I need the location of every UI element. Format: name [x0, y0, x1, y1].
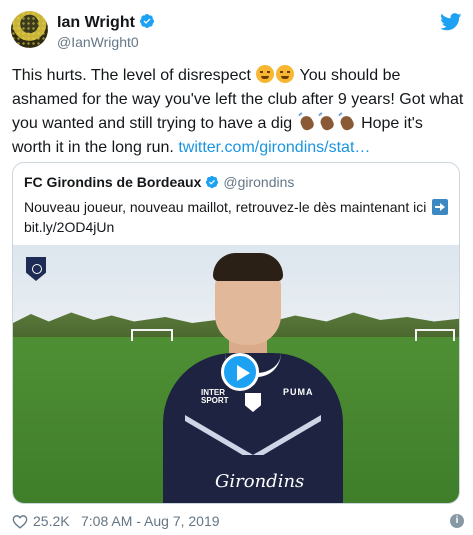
shirt-chevron: [185, 415, 321, 455]
tweet-text-segment: You should be: [295, 67, 401, 84]
heart-icon[interactable]: [12, 514, 28, 529]
shirt-sponsor-line: SPORT: [201, 396, 229, 405]
quoted-author[interactable]: FC Girondins de Bordeaux @girondins: [24, 174, 294, 190]
shirt-script: Gir⁠ondins: [215, 471, 305, 492]
quoted-tweet-card[interactable]: FC Girondins de Bordeaux @girondins Nouve…: [12, 162, 460, 504]
quoted-text-segment: bit.ly/2OD4jUn: [24, 219, 115, 235]
shirt-crest-icon: [245, 393, 261, 412]
clapping-hands-icon: [317, 112, 336, 132]
quoted-handle[interactable]: @girondins: [223, 174, 294, 190]
face-with-steam-icon: [256, 65, 275, 83]
quoted-tweet-text: Nouveau joueur, nouveau maillot, retrouv…: [24, 197, 454, 237]
info-icon[interactable]: i: [450, 514, 464, 528]
verified-badge-icon: [206, 175, 219, 189]
tweet-text-segment: Hope it's: [356, 115, 423, 132]
clapping-hands-icon: [337, 112, 356, 132]
tweet-text-segment: you wanted and still trying to have a di…: [12, 115, 297, 132]
play-icon[interactable]: [221, 353, 259, 391]
quoted-text-segment: Nouveau joueur, nouveau maillot, retrouv…: [24, 199, 427, 215]
author-name[interactable]: Ian Wright: [57, 13, 155, 32]
like-count[interactable]: 25.2K: [33, 513, 70, 529]
tweet-text: This hurts. The level of disrespect You …: [12, 64, 464, 160]
tweet-timestamp[interactable]: 7:08 AM - Aug 7, 2019: [81, 513, 220, 529]
right-arrow-icon: [432, 199, 449, 215]
verified-badge-icon: [139, 14, 154, 28]
tweet-link[interactable]: twitter.com/girondins/stat…: [178, 139, 370, 156]
video-thumbnail[interactable]: INTER SPORT PUMA Gir⁠ondins: [13, 245, 459, 503]
author-avatar[interactable]: [11, 11, 48, 48]
tweet-footer: 25.2K 7:08 AM - Aug 7, 2019 i: [12, 512, 464, 532]
quoted-display-name[interactable]: FC Girondins de Bordeaux: [24, 174, 201, 190]
author-handle[interactable]: @IanWright0: [57, 34, 139, 50]
shirt-brand: PUMA: [283, 387, 314, 397]
tweet-text-segment: ashamed for the way you've left the club…: [12, 91, 464, 108]
author-display-name[interactable]: Ian Wright: [57, 14, 135, 31]
tweet-text-segment: This hurts. The level of disrespect: [12, 67, 256, 84]
tweet-card: Ian Wright @IanWright0 This hurts. The l…: [0, 0, 473, 535]
tweet-text-segment: worth it in the long run.: [12, 139, 179, 156]
clapping-hands-icon: [297, 112, 316, 132]
player-hair: [213, 253, 283, 281]
twitter-bird-icon[interactable]: [440, 13, 462, 31]
shirt-sponsor: INTER SPORT: [201, 389, 229, 405]
goal-post: [415, 329, 455, 341]
face-with-steam-icon: [276, 65, 295, 83]
